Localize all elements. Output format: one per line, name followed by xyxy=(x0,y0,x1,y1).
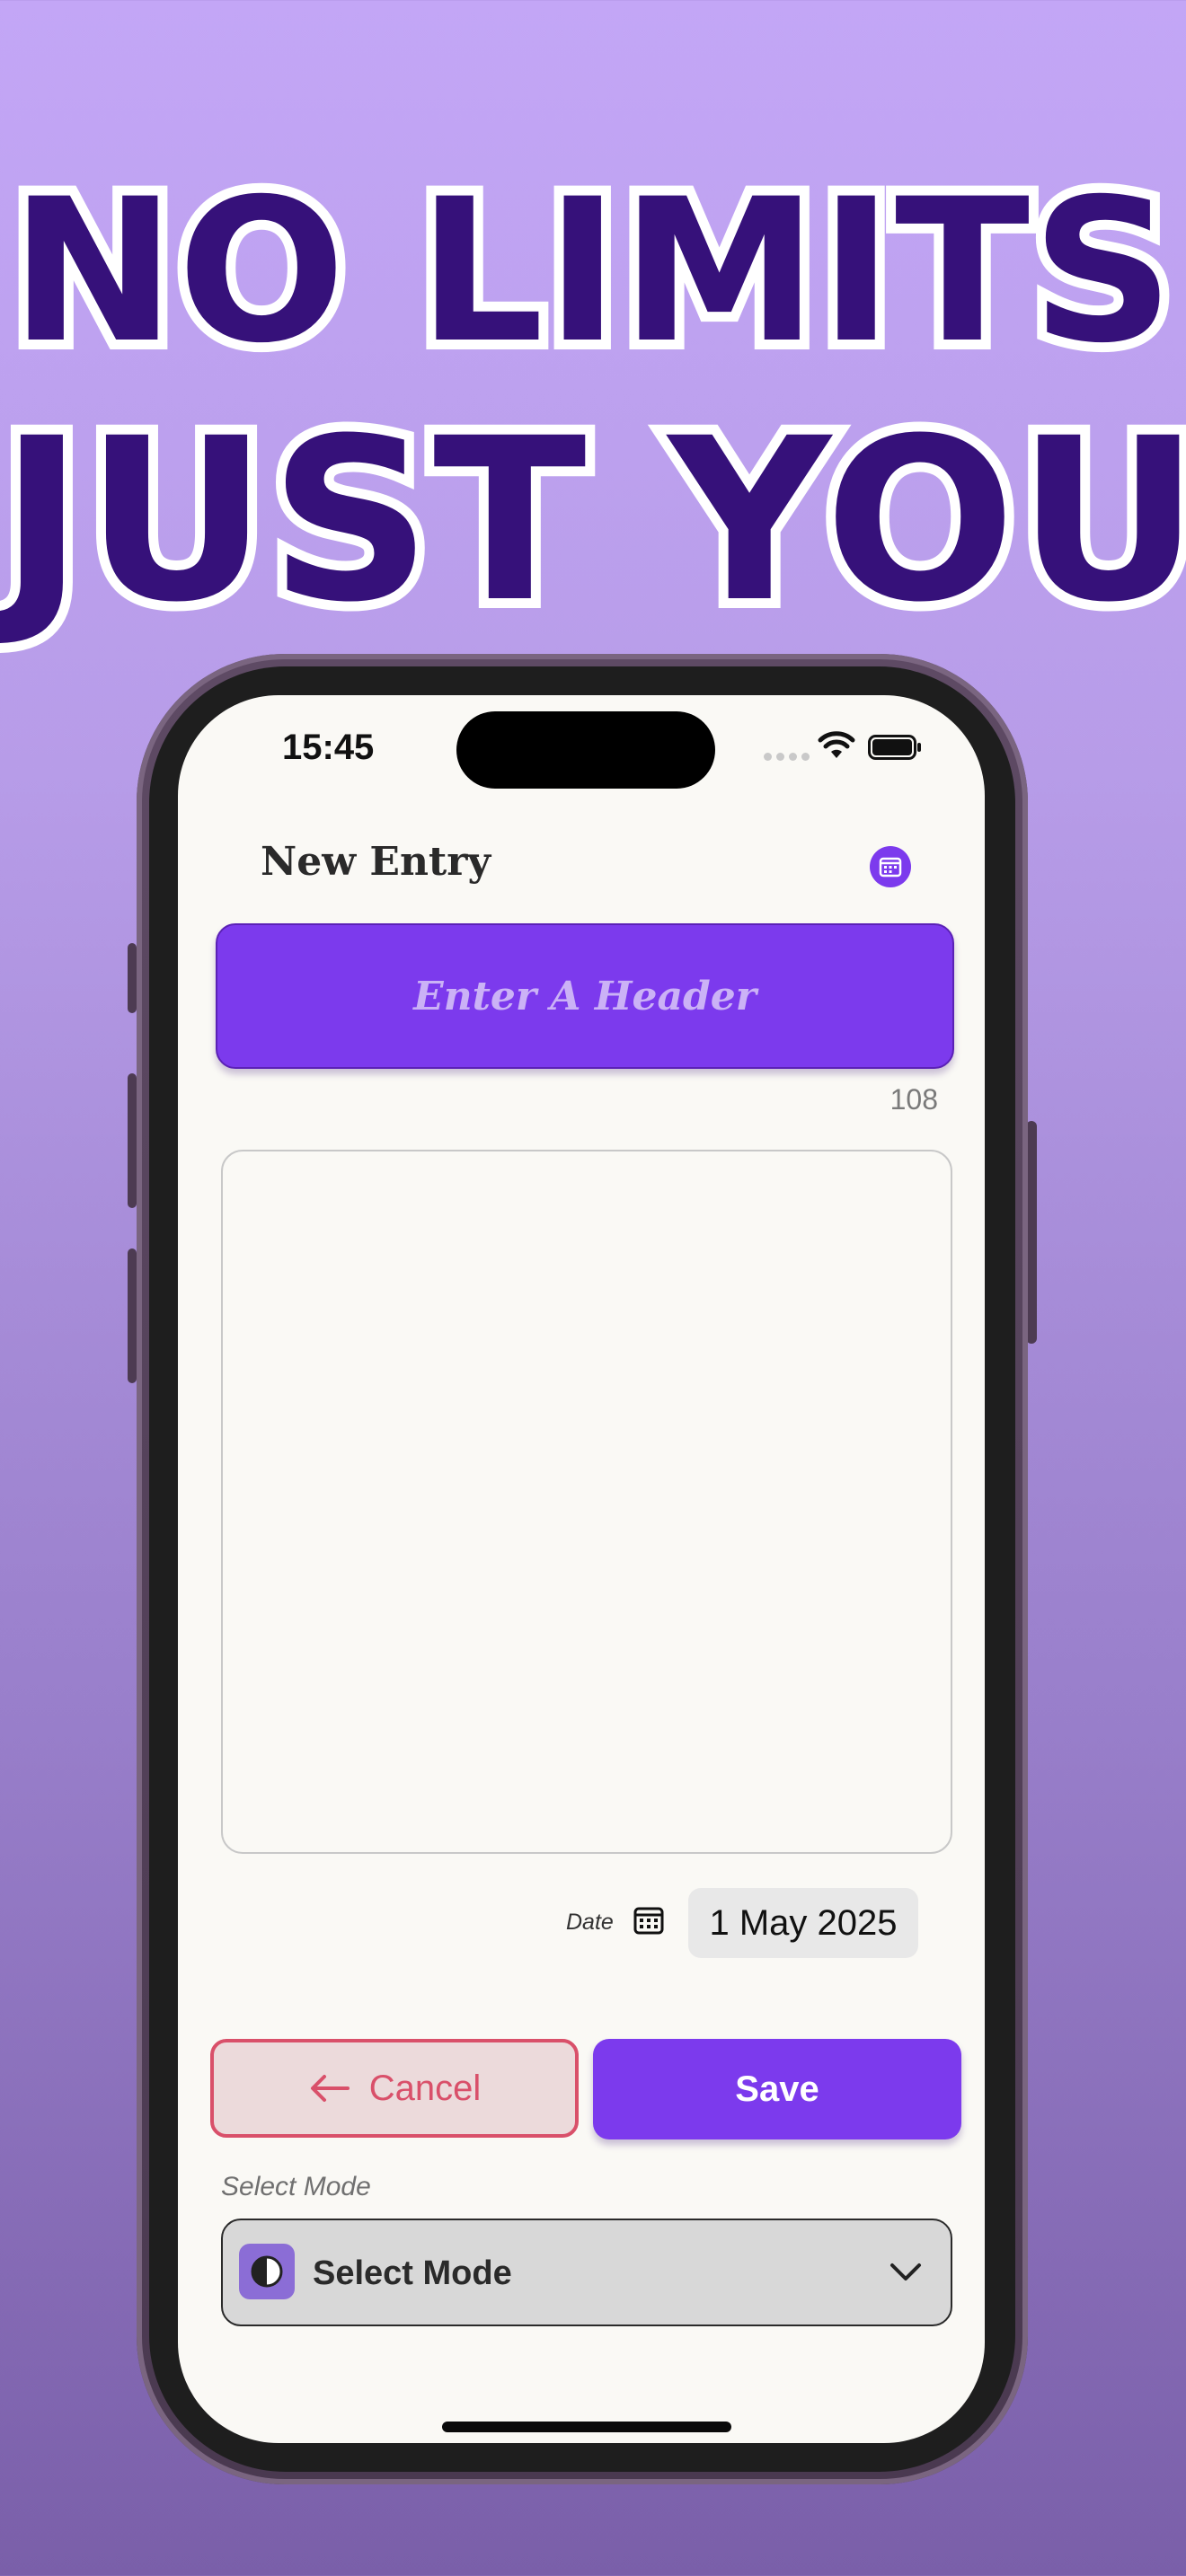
calendar-icon xyxy=(633,1907,664,1935)
cellular-signal-icon xyxy=(764,753,810,761)
contrast-icon xyxy=(239,2244,295,2299)
wifi-icon xyxy=(818,731,855,758)
header-placeholder: Enter A Header xyxy=(413,973,757,1019)
mode-dropdown[interactable]: Select Mode xyxy=(221,2219,952,2326)
cancel-button-label: Cancel xyxy=(368,2068,482,2108)
date-label: Date xyxy=(566,1910,614,1935)
entry-body-textarea[interactable] xyxy=(221,1150,952,1854)
date-picker[interactable]: 1 May 2025 xyxy=(688,1888,918,1958)
phone-volume-down-button xyxy=(128,1248,137,1383)
character-count: 108 xyxy=(890,1083,938,1116)
dynamic-island xyxy=(456,711,715,789)
mode-selected-value: Select Mode xyxy=(313,2254,512,2292)
calendar-icon xyxy=(879,857,902,878)
headline-line-2: JUST YOU xyxy=(0,390,1186,651)
header-input[interactable]: Enter A Header xyxy=(216,923,954,1069)
save-button[interactable]: Save xyxy=(593,2039,961,2139)
page-title: New Entry xyxy=(261,839,491,885)
date-value: 1 May 2025 xyxy=(709,1902,898,1943)
battery-icon xyxy=(868,735,921,760)
calendar-button[interactable] xyxy=(870,846,911,887)
home-indicator[interactable] xyxy=(442,2422,731,2432)
cancel-button[interactable]: Cancel xyxy=(210,2039,579,2138)
chevron-down-icon xyxy=(890,2263,921,2280)
phone-action-button xyxy=(128,943,137,1013)
save-button-label: Save xyxy=(735,2069,819,2109)
headline-line-1: NO LIMITS xyxy=(0,156,1183,386)
status-time: 15:45 xyxy=(282,728,375,767)
app-screen: 15:45 New Entry Enter A Header 108 Date xyxy=(178,695,985,2443)
arrow-left-icon xyxy=(310,2075,350,2102)
mode-field-label: Select Mode xyxy=(221,2172,371,2201)
phone-volume-up-button xyxy=(128,1073,137,1208)
